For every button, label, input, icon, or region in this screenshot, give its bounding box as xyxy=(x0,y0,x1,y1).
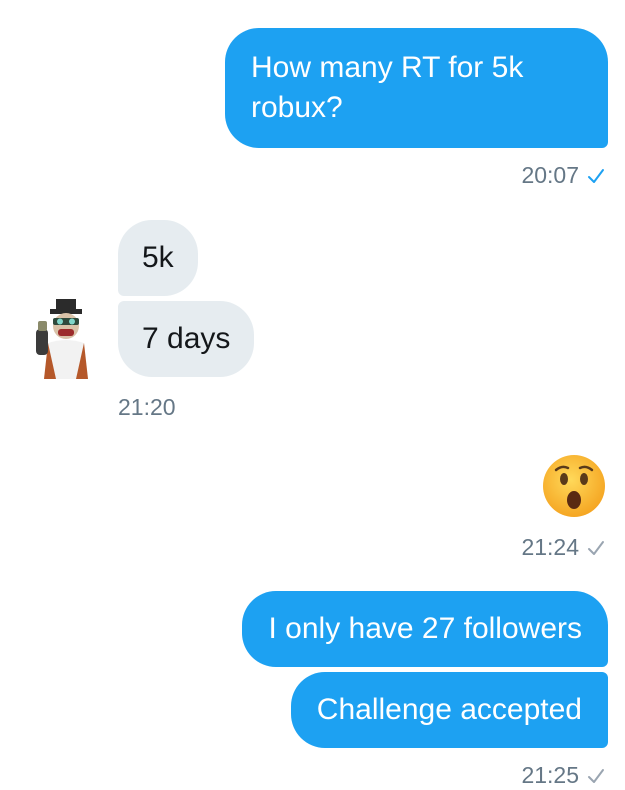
user-avatar[interactable] xyxy=(34,295,98,381)
message-text: I only have 27 followers xyxy=(268,612,582,645)
timestamp-time: 20:07 xyxy=(521,162,579,188)
message-text: Challenge accepted xyxy=(316,693,582,726)
timestamp-time: 21:24 xyxy=(521,534,579,560)
message-bubble-outgoing[interactable]: Challenge accepted xyxy=(290,672,608,748)
message-timestamp: 21:24 xyxy=(521,532,605,562)
message-text: How many RT for 5k robux? xyxy=(251,51,524,124)
sent-checkmark-icon xyxy=(588,541,604,555)
timestamp-time: 21:20 xyxy=(118,394,176,420)
hushed-face-emoji[interactable] xyxy=(541,453,607,519)
sent-checkmark-icon xyxy=(588,769,604,783)
message-bubble-incoming[interactable]: 7 days xyxy=(118,301,255,377)
read-checkmark-icon xyxy=(588,169,604,183)
message-text: 7 days xyxy=(142,322,231,355)
message-timestamp: 21:25 xyxy=(521,760,605,790)
message-bubble-incoming[interactable]: 5k xyxy=(118,220,198,296)
message-text: 5k xyxy=(142,241,174,274)
timestamp-time: 21:25 xyxy=(521,762,579,788)
message-timestamp: 21:20 xyxy=(118,392,176,422)
message-bubble-outgoing[interactable]: How many RT for 5k robux? xyxy=(225,28,608,148)
message-timestamp: 20:07 xyxy=(521,160,605,190)
message-bubble-outgoing[interactable]: I only have 27 followers xyxy=(242,591,608,667)
